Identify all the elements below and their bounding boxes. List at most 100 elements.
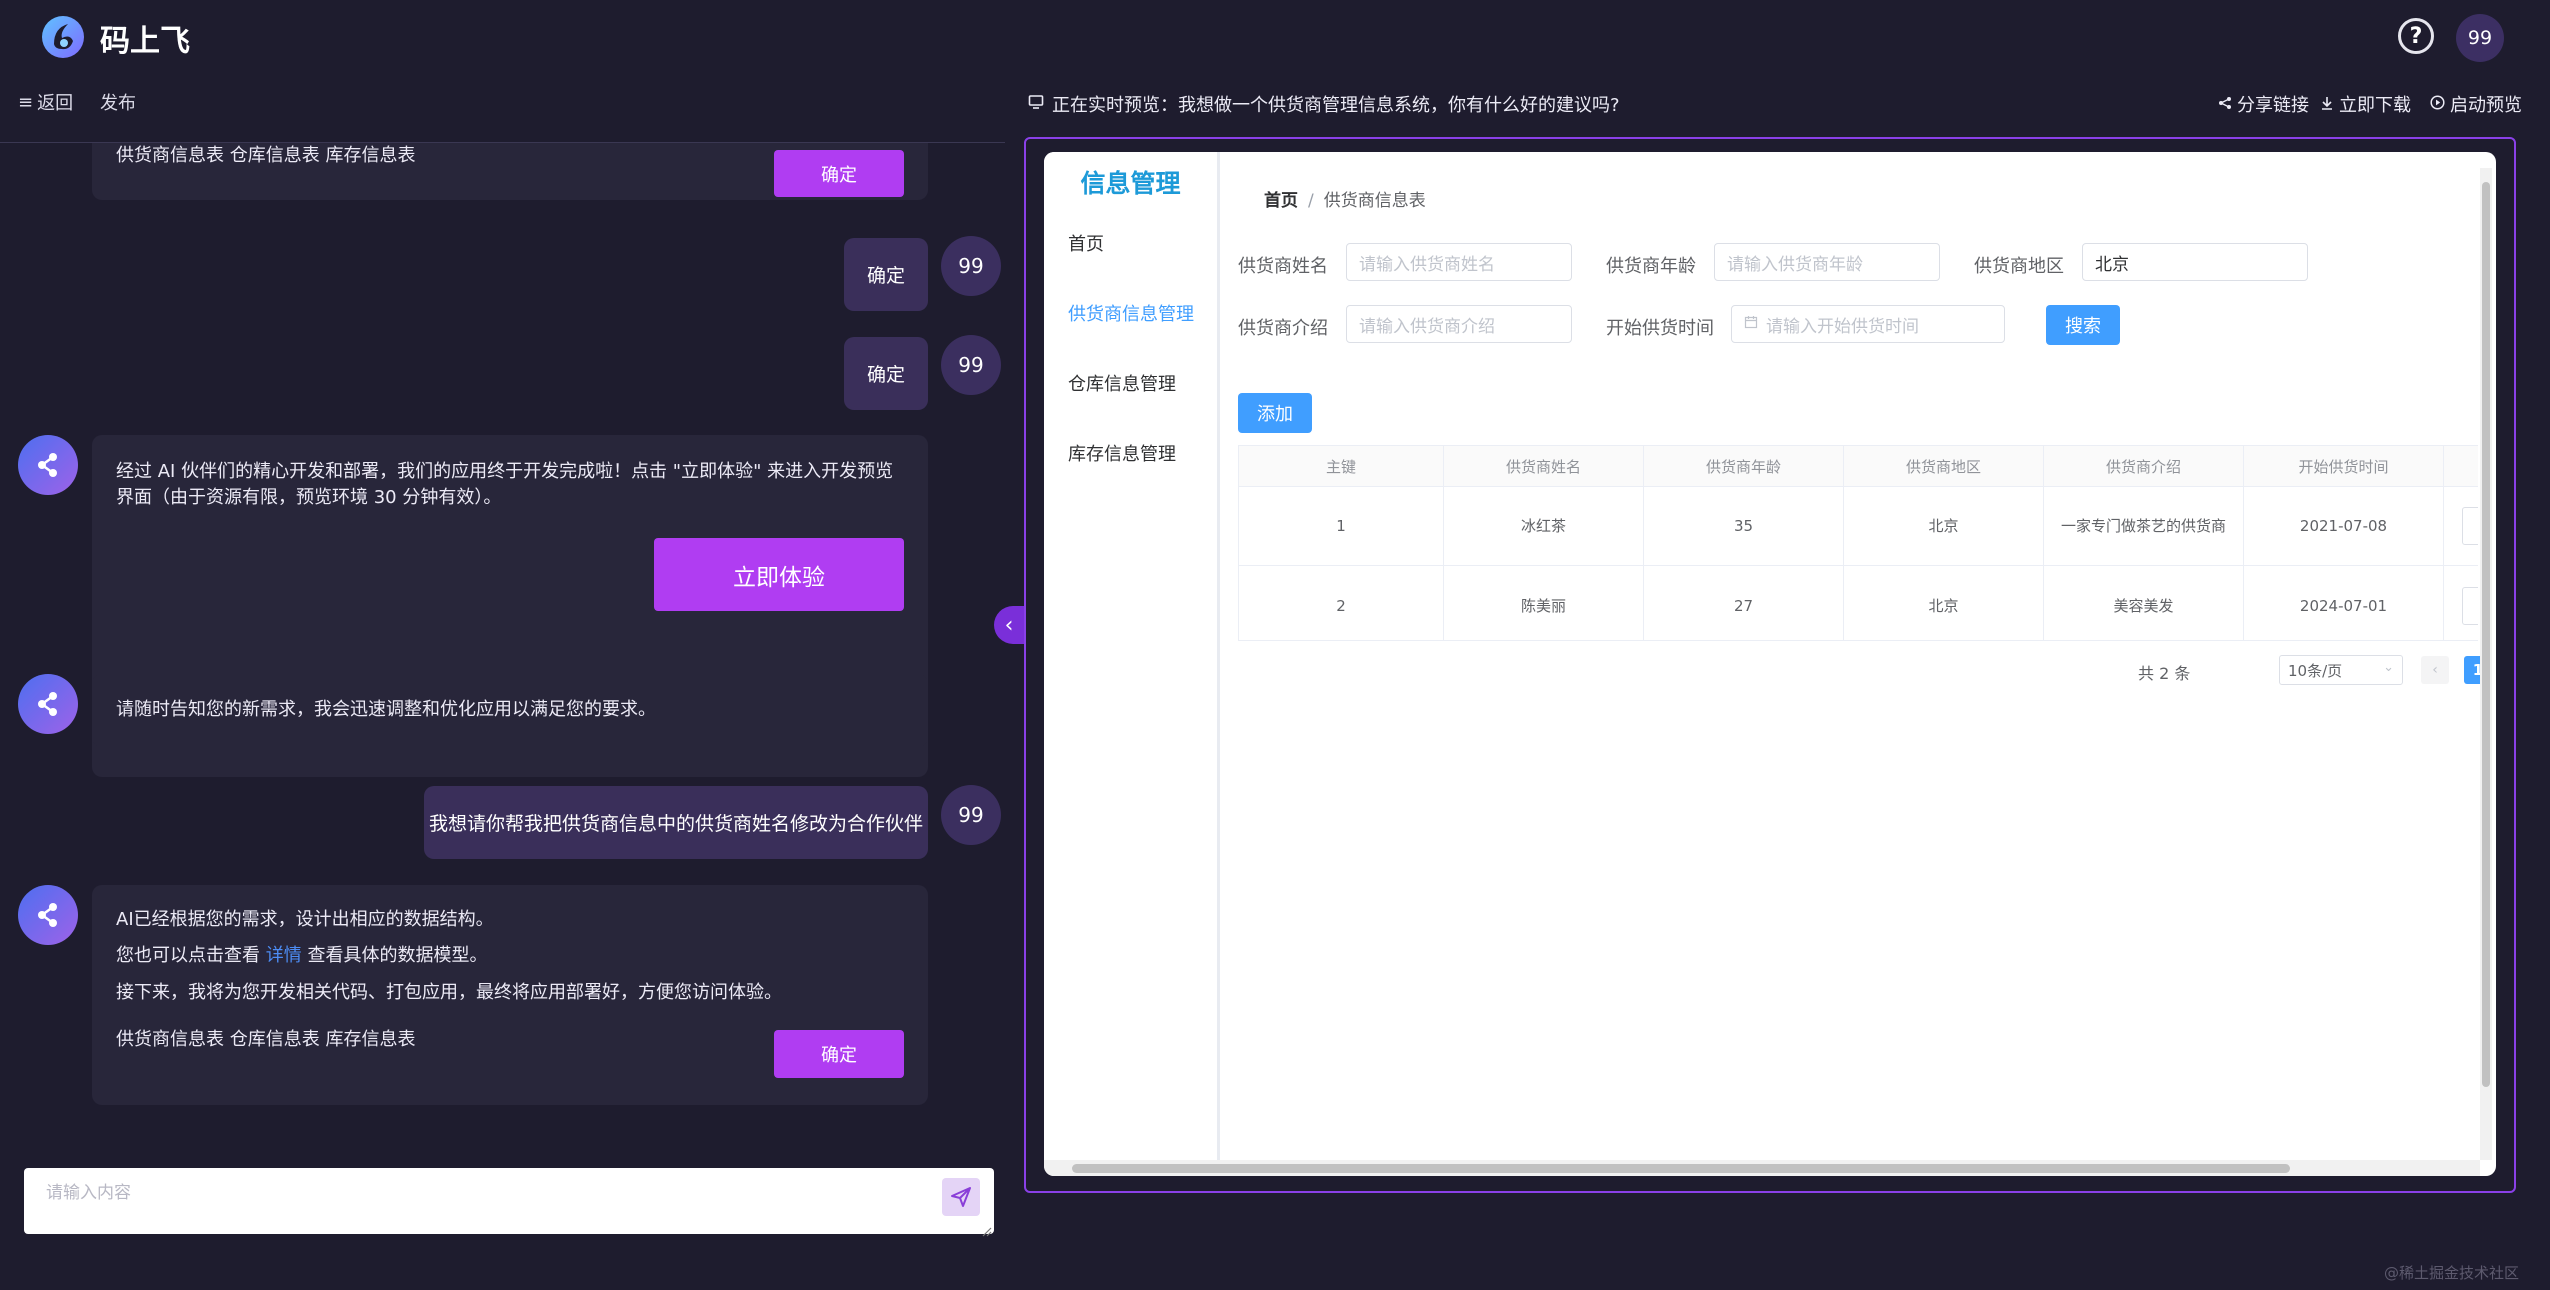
prev-page-button[interactable]: ‹ [2421,656,2449,684]
menu-item-warehouse[interactable]: 仓库信息管理 [1068,370,1176,396]
ai-message: 请随时告知您的新需求，我会迅速调整和优化应用以满足您的要求。 [92,674,928,747]
brand-name: 码上飞 [100,24,190,59]
send-icon [951,1187,971,1207]
user-avatar: 99 [941,335,1001,395]
calendar-icon [1744,314,1758,334]
chevron-left-icon: ‹ [1004,612,1014,638]
launch-label: 启动预览 [2450,95,2522,116]
row-action-cell [2444,566,2478,640]
menu-item-supplier[interactable]: 供货商信息管理 [1068,300,1194,326]
launch-preview-button[interactable]: 启动预览 [2430,91,2522,117]
add-button[interactable]: 添加 [1238,393,1312,433]
column-header: 主键 [1239,446,1444,486]
table-cell: 2 [1239,566,1444,640]
ai-message: AI已经根据您的需求，设计出相应的数据结构。 您也可以点击查看 详情 查看具体的… [92,885,928,1105]
user-avatar[interactable]: 99 [2456,14,2504,62]
vertical-scrollbar-thumb[interactable] [2482,182,2490,1087]
ai-message: 供货商信息表 仓库信息表 库存信息表 确定 [92,143,928,200]
region-label: 供货商地区 [1974,256,2064,277]
app-title: 信息管理 [1080,169,1181,198]
table-header: 主键 供货商姓名 供货商年龄 供货商地区 供货商介绍 开始供货时间 [1239,446,2478,487]
pager-total: 共 2 条 [2138,664,2191,683]
preview-title-text: 正在实时预览：我想做一个供货商管理信息系统，你有什么好的建议吗? [1052,95,1620,116]
placeholder: 请输入供货商介绍 [1359,316,1495,337]
back-button[interactable]: ≡ 返回 [18,89,73,115]
supplier-region-input[interactable]: 北京 [2082,243,2308,281]
breadcrumb-separator: / [1308,191,1314,211]
resize-grip-icon[interactable] [982,1222,992,1237]
send-button[interactable] [942,1178,980,1216]
start-time-input[interactable]: 请输入开始供货时间 [1731,305,2005,343]
breadcrumb-home[interactable]: 首页 [1264,191,1298,211]
input-value: 北京 [2095,254,2129,275]
menu-icon: ≡ [18,91,34,113]
supplier-intro-input[interactable]: 请输入供货商介绍 [1346,305,1572,343]
table-cell: 2021-07-08 [2244,486,2444,565]
chevron-down-icon: ⌄ [2383,660,2394,675]
menu-item-home[interactable]: 首页 [1068,230,1104,256]
collapse-panel-button[interactable]: ‹ [994,606,1024,644]
placeholder: 请输入供货商姓名 [1359,254,1495,275]
breadcrumb: 首页 / 供货商信息表 [1264,186,1426,211]
horizontal-scrollbar-thumb[interactable] [1072,1164,2290,1173]
ai-avatar-icon [18,674,78,734]
table-cell: 冰红茶 [1444,486,1644,565]
message-text: 您也可以点击查看 详情 查看具体的数据模型。 [116,943,487,969]
supplier-name-input[interactable]: 请输入供货商姓名 [1346,243,1572,281]
user-avatar: 99 [941,236,1001,296]
chat-input[interactable]: 请输入内容 [24,1168,994,1237]
try-now-button[interactable]: 立即体验 [654,538,904,611]
message-text: 供货商信息表 仓库信息表 库存信息表 [116,145,416,166]
download-button[interactable]: 立即下载 [2320,91,2411,117]
supplier-age-input[interactable]: 请输入供货商年龄 [1714,243,1940,281]
search-button[interactable]: 搜索 [2046,305,2120,345]
details-link[interactable]: 详情 [266,945,302,966]
table-cell: 27 [1644,566,1844,640]
message-text: 您也可以点击查看 [116,945,260,966]
table-row[interactable]: 2 陈美丽 27 北京 美容美发 2024-07-01 [1239,566,2478,640]
message-text: 接下来，我将为您开发相关代码、打包应用，最终将应用部署好，方便您访问体验。 [116,982,782,1003]
table-row[interactable]: 1 冰红茶 35 北京 一家专门做茶艺的供货商 2021-07-08 [1239,486,2478,566]
back-label: 返回 [37,93,74,114]
chat-input-placeholder: 请输入内容 [46,1183,131,1203]
help-icon[interactable]: ? [2398,18,2434,54]
placeholder: 请输入开始供货时间 [1766,316,1919,337]
column-header: 供货商介绍 [2044,446,2244,486]
message-text: 查看具体的数据模型。 [307,945,488,966]
menu-item-inventory[interactable]: 库存信息管理 [1068,440,1176,466]
play-icon [2430,94,2445,115]
preview-title: 正在实时预览：我想做一个供货商管理信息系统，你有什么好的建议吗? [1028,91,1620,117]
watermark: @稀土掘金技术社区 [2384,1264,2520,1282]
row-action-button[interactable] [2462,506,2478,545]
confirm-button[interactable]: 确定 [774,150,904,197]
share-icon [2218,94,2232,115]
user-message: 确定 [844,238,928,311]
ai-avatar-icon [18,435,78,495]
chat-history[interactable]: 供货商信息表 仓库信息表 库存信息表 确定 确定 99 确定 99 经过 AI … [0,143,1005,1143]
row-action-button[interactable] [2462,586,2478,625]
preview-app[interactable]: 信息管理 首页 供货商信息管理 仓库信息管理 库存信息管理 首页 / 供货商信息表 … [1044,152,2496,1176]
user-message: 我想请你帮我把供货商信息中的供货商姓名修改为合作伙伴 [424,786,928,859]
publish-button[interactable]: 发布 [100,89,136,115]
table-cell: 陈美丽 [1444,566,1644,640]
column-header: 开始供货时间 [2244,446,2444,486]
page-size-select[interactable]: 10条/页 ⌄ [2279,655,2403,685]
start-time-label: 开始供货时间 [1606,318,1714,339]
monitor-icon [1028,94,1044,115]
share-link-button[interactable]: 分享链接 [2218,91,2309,117]
chevron-left-icon: ‹ [2432,662,2438,678]
download-label: 立即下载 [2339,95,2411,116]
placeholder: 请输入供货商年龄 [1727,254,1863,275]
page-size-value: 10条/页 [2288,661,2343,680]
share-label: 分享链接 [2237,95,2309,116]
user-message: 确定 [844,337,928,410]
message-text: 请随时告知您的新需求，我会迅速调整和优化应用以满足您的要求。 [116,699,656,720]
table-cell: 1 [1239,486,1444,565]
column-header: 供货商姓名 [1444,446,1644,486]
age-label: 供货商年龄 [1606,256,1696,277]
breadcrumb-current: 供货商信息表 [1323,191,1426,211]
confirm-button[interactable]: 确定 [774,1030,904,1078]
table-cell: 美容美发 [2044,566,2244,640]
app-main: 首页 / 供货商信息表 供货商姓名 请输入供货商姓名 供货商年龄 请输入供货商年龄 … [1220,152,2492,1160]
ai-avatar-icon [18,885,78,945]
